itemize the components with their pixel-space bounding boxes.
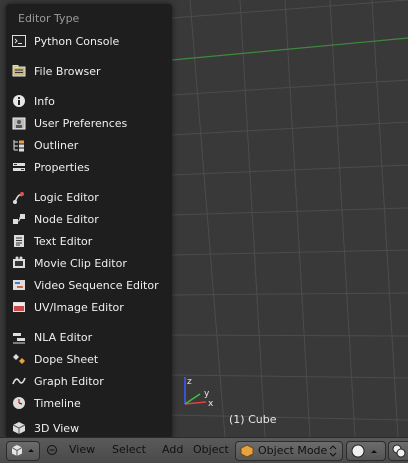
text-editor-icon (12, 234, 26, 248)
menu-item-label: Outliner (34, 138, 79, 152)
menu-item-info[interactable]: Info (8, 91, 170, 111)
axis-x-label: x (208, 399, 214, 409)
python-console-icon (12, 34, 26, 48)
user-preferences-icon (12, 116, 26, 130)
menu-item-label: Timeline (34, 396, 81, 410)
menu-item-label: Info (34, 94, 55, 108)
uv-image-editor-icon (12, 300, 26, 314)
info-icon (12, 94, 26, 108)
menu-item-label: Text Editor (34, 234, 93, 248)
menu-item-logic-editor[interactable]: Logic Editor (8, 187, 170, 207)
pivot-point-select[interactable] (388, 441, 408, 461)
menu-item-graph-editor[interactable]: Graph Editor (8, 371, 170, 391)
3d-view-icon (11, 445, 34, 456)
axis-z-label: z (187, 377, 192, 387)
menu-title: Editor Type (18, 12, 80, 25)
menu-item-movie-clip-editor[interactable]: Movie Clip Editor (8, 253, 170, 273)
chevron-down-icon (329, 445, 337, 457)
menu-item-label: File Browser (34, 64, 101, 78)
3d-view-icon (12, 421, 26, 435)
nla-editor-icon (12, 330, 26, 344)
mode-label: Object Mode (258, 444, 328, 457)
axis-y-label: y (204, 389, 210, 399)
menu-item-label: Node Editor (34, 212, 99, 226)
active-object-label: (1) Cube (229, 413, 277, 426)
menu-item-label: Video Sequence Editor (34, 278, 159, 292)
menu-item-label: UV/Image Editor (34, 300, 124, 314)
dope-sheet-icon (12, 352, 26, 366)
pivot-icon (392, 444, 406, 458)
properties-icon (12, 160, 26, 174)
menu-item-label: Movie Clip Editor (34, 256, 127, 270)
menu-item-label: Dope Sheet (34, 352, 99, 366)
menu-item-label: Python Console (34, 34, 120, 48)
menu-item-user-preferences[interactable]: User Preferences (8, 113, 170, 133)
object-menu[interactable]: Object (193, 443, 229, 456)
menu-item-nla-editor[interactable]: NLA Editor (8, 327, 170, 347)
video-sequence-editor-icon (12, 278, 26, 292)
menu-item-node-editor[interactable]: Node Editor (8, 209, 170, 229)
menu-item-properties[interactable]: Properties (8, 157, 170, 177)
add-menu[interactable]: Add (162, 443, 183, 456)
menu-item-outliner[interactable]: Outliner (8, 135, 170, 155)
menu-item-label: 3D View (34, 421, 80, 435)
select-menu[interactable]: Select (112, 443, 146, 456)
viewport-header: View Select Add Object Object Mode (0, 437, 408, 463)
editor-type-menu: Editor Type Python Console File Browser … (6, 4, 172, 439)
timeline-icon (12, 396, 26, 410)
menu-item-label: User Preferences (34, 116, 128, 130)
logic-editor-icon (12, 190, 26, 204)
object-mode-icon (240, 444, 254, 458)
menu-item-dope-sheet[interactable]: Dope Sheet (8, 349, 170, 369)
viewport-shading-select[interactable] (346, 441, 386, 461)
menu-item-text-editor[interactable]: Text Editor (8, 231, 170, 251)
menu-item-video-sequence-editor[interactable]: Video Sequence Editor (8, 275, 170, 295)
chevron-down-icon (371, 450, 377, 453)
outliner-icon (12, 138, 26, 152)
menu-item-uv-image-editor[interactable]: UV/Image Editor (8, 297, 170, 317)
node-editor-icon (12, 212, 26, 226)
solid-shading-icon (351, 444, 365, 458)
interaction-mode-select[interactable]: Object Mode (235, 441, 343, 461)
movie-clip-editor-icon (12, 256, 26, 270)
view-menu[interactable]: View (69, 443, 95, 456)
menu-item-3d-view[interactable]: 3D View (8, 418, 170, 438)
collapse-menus-icon[interactable] (46, 443, 58, 460)
editor-type-button[interactable] (6, 441, 40, 461)
file-browser-icon (12, 64, 26, 78)
menu-item-label: Graph Editor (34, 374, 104, 388)
menu-item-python-console[interactable]: Python Console (8, 31, 170, 51)
menu-item-label: Logic Editor (34, 190, 99, 204)
chevron-down-icon (28, 449, 34, 452)
graph-editor-icon (12, 374, 26, 388)
x-axis-line (171, 37, 408, 61)
menu-item-label: NLA Editor (34, 330, 93, 344)
menu-item-label: Properties (34, 160, 90, 174)
menu-item-timeline[interactable]: Timeline (8, 393, 170, 413)
menu-item-file-browser[interactable]: File Browser (8, 61, 170, 81)
